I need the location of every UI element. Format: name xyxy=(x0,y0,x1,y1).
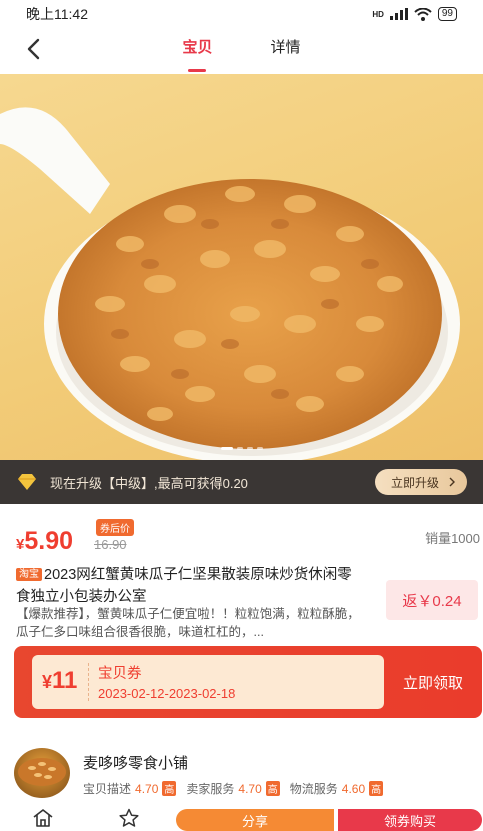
upgrade-banner: 现在升级【中级】,最高可获得0.20 立即升级 xyxy=(0,460,483,504)
product-title-text: 2023网红蟹黄味瓜子仁坚果散装原味炒货休闲零食独立小包装办公室 xyxy=(16,567,352,605)
nav-bar: 宝贝 详情 xyxy=(0,28,483,74)
tab-item-baobei[interactable]: 宝贝 xyxy=(182,36,212,64)
carousel-dot xyxy=(236,447,243,450)
coupon-amount-value: 11 xyxy=(52,667,78,694)
status-icons: HD 99 xyxy=(372,7,457,21)
coupon-currency: ¥ xyxy=(42,672,53,692)
shop-name: 麦哆哆零食小铺 xyxy=(83,755,189,772)
claim-coupon-button[interactable]: 立即领取 xyxy=(384,646,482,718)
product-description: 【爆款推荐】，蟹黄味瓜子仁便宜啦！！粒粒饱满，粒粒酥脆，瓜子仁多口味组合很香很脆… xyxy=(16,607,360,639)
product-photo xyxy=(0,107,460,460)
coupon-price: ¥5.90 xyxy=(16,527,73,556)
carousel-dot xyxy=(246,447,253,450)
shop-scores: 宝贝描述 4.70 高 卖家服务 4.70 高 物流服务 4.60 高 xyxy=(83,780,389,797)
score-value: 4.70 xyxy=(135,781,159,796)
coupon-card: ¥11 宝贝券 2023-02-12-2023-02-18 立即领取 xyxy=(14,646,482,718)
bottom-action-bar: 分享 领券购买 xyxy=(0,805,483,831)
share-button[interactable]: 分享 xyxy=(176,809,334,831)
status-bar: 晚上11:42 HD 99 xyxy=(0,0,483,28)
taobao-badge: 淘宝 xyxy=(16,568,42,581)
shop-section[interactable]: 麦哆哆零食小铺 宝贝描述 4.70 高 卖家服务 4.70 高 物流服务 4.6… xyxy=(14,740,482,800)
after-coupon-tag: 券后价 xyxy=(96,519,134,536)
carousel-indicator xyxy=(220,447,263,450)
star-icon[interactable] xyxy=(118,808,140,828)
hd-label: HD xyxy=(372,9,384,19)
original-price: 16.90 xyxy=(94,537,127,552)
score-level: 高 xyxy=(265,781,280,796)
carousel-dot xyxy=(256,447,263,450)
score-label: 宝贝描述 xyxy=(83,782,132,796)
product-title: 淘宝 2023网红蟹黄味瓜子仁坚果散装原味炒货休闲零食独立小包装办公室 xyxy=(16,564,366,608)
score-label: 卖家服务 xyxy=(186,782,235,796)
product-image[interactable] xyxy=(0,74,483,460)
coupon-name: 宝贝券 xyxy=(98,666,142,682)
coupon-divider xyxy=(88,663,89,701)
shop-logo-image xyxy=(18,758,66,786)
status-time: 晚上11:42 xyxy=(26,6,88,22)
buy-with-coupon-button[interactable]: 领券购买 xyxy=(338,809,482,831)
tab-item-details[interactable]: 详情 xyxy=(271,36,301,64)
upgrade-button[interactable]: 立即升级 xyxy=(374,469,467,495)
wifi-icon xyxy=(414,7,432,21)
sales-count: 销量1000 xyxy=(425,531,480,546)
score-level: 高 xyxy=(369,781,384,796)
coupon-body: ¥11 宝贝券 2023-02-12-2023-02-18 xyxy=(32,655,384,709)
price-value: 5.90 xyxy=(24,527,74,555)
diamond-icon xyxy=(18,474,36,490)
tab-bar: 宝贝 详情 xyxy=(0,36,483,64)
price-row: 券后价 ¥5.90 16.90 销量1000 xyxy=(16,515,482,559)
coupon-date: 2023-02-12-2023-02-18 xyxy=(98,686,236,701)
signal-icon xyxy=(389,8,408,20)
chevron-right-icon xyxy=(449,477,455,487)
score-value: 4.60 xyxy=(341,781,366,796)
upgrade-text: 现在升级【中级】,最高可获得0.20 xyxy=(50,475,248,491)
upgrade-button-label: 立即升级 xyxy=(390,475,439,490)
rebate-badge: 返￥0.24 xyxy=(386,580,478,620)
score-level: 高 xyxy=(162,781,177,796)
carousel-dot xyxy=(220,447,233,450)
score-value: 4.70 xyxy=(238,781,262,796)
shop-logo xyxy=(14,748,70,798)
battery-icon: 99 xyxy=(437,7,457,21)
home-icon[interactable] xyxy=(32,808,54,828)
coupon-amount: ¥11 xyxy=(42,667,77,695)
score-label: 物流服务 xyxy=(289,782,338,796)
